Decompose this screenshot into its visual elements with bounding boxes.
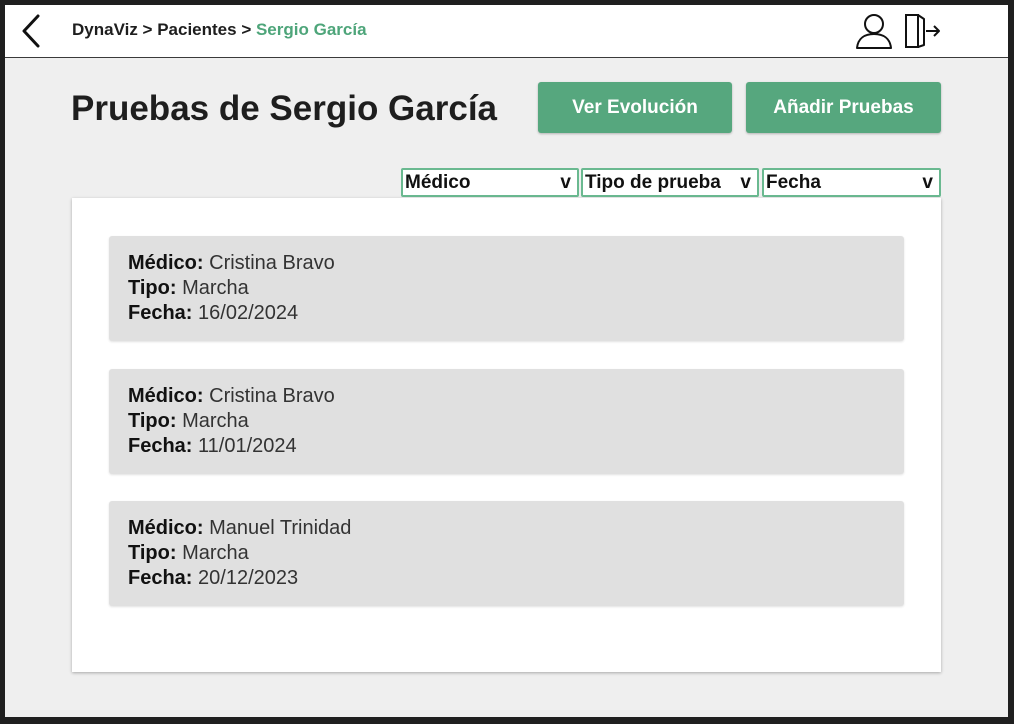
test-type: Tipo: Marcha <box>128 410 249 433</box>
test-date: Fecha: 20/12/2023 <box>128 567 298 590</box>
view-evolution-button[interactable]: Ver Evolución <box>538 82 732 133</box>
dropdown-arrow-icon: v <box>560 172 571 193</box>
dropdown-arrow-icon: v <box>922 172 933 193</box>
date-value: 16/02/2024 <box>198 302 299 324</box>
add-tests-button[interactable]: Añadir Pruebas <box>746 82 941 133</box>
test-type: Tipo: Marcha <box>128 542 249 565</box>
back-button[interactable] <box>17 13 45 49</box>
type-label: Tipo: <box>128 410 177 432</box>
test-date: Fecha: 16/02/2024 <box>128 302 298 325</box>
type-value: Marcha <box>182 277 249 299</box>
chevron-left-icon <box>22 14 40 48</box>
tests-list-panel: Médico: Cristina Bravo Tipo: Marcha Fech… <box>72 198 941 672</box>
date-label: Fecha: <box>128 567 193 589</box>
logout-button[interactable] <box>903 12 943 50</box>
date-value: 11/01/2024 <box>198 435 297 457</box>
filter-doctor-label: Médico <box>405 172 471 193</box>
doctor-label: Médico: <box>128 385 204 407</box>
top-bar: DynaViz > Pacientes > Sergio García <box>5 5 1008 58</box>
filter-date-dropdown[interactable]: Fecha v <box>762 168 941 197</box>
test-doctor: Médico: Cristina Bravo <box>128 252 335 275</box>
breadcrumb-pacientes[interactable]: Pacientes <box>157 20 236 39</box>
test-doctor: Médico: Cristina Bravo <box>128 385 335 408</box>
doctor-label: Médico: <box>128 517 204 539</box>
doctor-value: Cristina Bravo <box>209 385 335 407</box>
breadcrumb-separator: > <box>137 20 158 39</box>
app-window: DynaViz > Pacientes > Sergio García Prue… <box>5 5 1008 717</box>
logout-icon <box>905 14 940 48</box>
user-icon <box>856 14 892 49</box>
dropdown-arrow-icon: v <box>740 172 751 193</box>
user-profile-button[interactable] <box>855 12 893 50</box>
date-label: Fecha: <box>128 302 193 324</box>
page-title: Pruebas de Sergio García <box>71 89 498 128</box>
filter-doctor-dropdown[interactable]: Médico v <box>401 168 579 197</box>
test-doctor: Médico: Manuel Trinidad <box>128 517 351 540</box>
type-value: Marcha <box>182 542 249 564</box>
filter-test-type-label: Tipo de prueba <box>585 172 721 193</box>
type-value: Marcha <box>182 410 249 432</box>
date-label: Fecha: <box>128 435 193 457</box>
test-type: Tipo: Marcha <box>128 277 249 300</box>
filter-date-label: Fecha <box>766 172 821 193</box>
test-card[interactable]: Médico: Cristina Bravo Tipo: Marcha Fech… <box>109 369 904 474</box>
test-card[interactable]: Médico: Manuel Trinidad Tipo: Marcha Fec… <box>109 501 904 606</box>
test-card[interactable]: Médico: Cristina Bravo Tipo: Marcha Fech… <box>109 236 904 341</box>
breadcrumb-separator: > <box>236 20 256 39</box>
breadcrumb: DynaViz > Pacientes > Sergio García <box>72 20 367 40</box>
doctor-label: Médico: <box>128 252 204 274</box>
date-value: 20/12/2023 <box>198 567 299 589</box>
doctor-value: Manuel Trinidad <box>209 517 352 539</box>
test-date: Fecha: 11/01/2024 <box>128 435 297 458</box>
filter-test-type-dropdown[interactable]: Tipo de prueba v <box>581 168 759 197</box>
breadcrumb-current: Sergio García <box>255 20 367 39</box>
breadcrumb-app[interactable]: DynaViz <box>72 20 138 39</box>
type-label: Tipo: <box>128 277 177 299</box>
doctor-value: Cristina Bravo <box>209 252 335 274</box>
type-label: Tipo: <box>128 542 177 564</box>
